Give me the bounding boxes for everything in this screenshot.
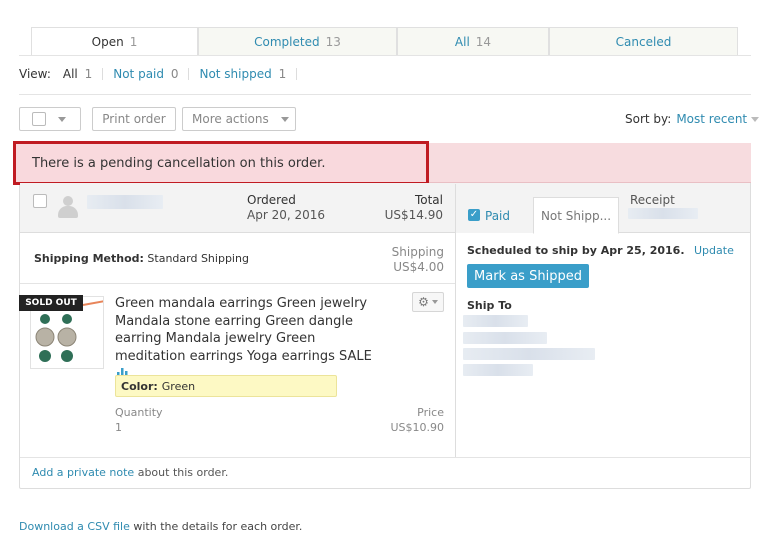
filter-all-count: 1 xyxy=(84,67,93,81)
order-select-checkbox[interactable] xyxy=(33,194,47,208)
cancellation-alert: There is a pending cancellation on this … xyxy=(13,141,429,185)
select-all-checkbox[interactable] xyxy=(32,112,46,126)
buyer-name-redacted xyxy=(87,195,163,209)
more-actions-label: More actions xyxy=(192,112,269,126)
address-line-redacted xyxy=(463,315,528,327)
chevron-down-icon xyxy=(431,300,438,304)
gear-icon: ⚙ xyxy=(418,295,429,309)
tab-not-shipped[interactable]: Not Shipp... xyxy=(533,197,619,234)
product-title-text: Green mandala earrings Green jewelry Man… xyxy=(115,296,372,364)
view-label: View: xyxy=(19,67,51,81)
ship-schedule: Scheduled to ship by Apr 25, 2016. Updat… xyxy=(467,244,734,257)
price-label: Price xyxy=(417,406,444,419)
tab-all[interactable]: All 14 xyxy=(397,27,549,55)
shipping-method: Shipping Method: Standard Shipping xyxy=(34,252,249,265)
shipping-method-value: Standard Shipping xyxy=(147,252,249,265)
filter-not-paid-count: 0 xyxy=(170,67,179,81)
update-ship-date-link[interactable]: Update xyxy=(694,244,734,257)
print-order-button[interactable]: Print order xyxy=(92,107,176,131)
sort-label: Sort by: xyxy=(625,112,672,126)
tab-completed-label: Completed xyxy=(254,34,320,49)
variation-box: Color: Green xyxy=(115,375,337,397)
product-title[interactable]: Green mandala earrings Green jewelry Man… xyxy=(115,295,385,383)
mark-as-shipped-button[interactable]: Mark as Shipped xyxy=(467,264,589,288)
ship-schedule-text: Scheduled to ship by Apr 25, 2016. xyxy=(467,244,685,257)
price-value: US$10.90 xyxy=(390,421,444,434)
total-label: Total xyxy=(414,193,443,207)
quantity-value: 1 xyxy=(115,421,122,434)
filter-divider xyxy=(296,68,298,80)
ordered-date: Apr 20, 2016 xyxy=(247,208,326,222)
filter-not-paid-label: Not paid xyxy=(113,67,164,81)
shipping-method-label: Shipping Method: xyxy=(34,252,144,265)
download-csv-link[interactable]: Download a CSV file xyxy=(19,520,130,533)
address-line-redacted xyxy=(463,332,547,344)
item-settings-dropdown[interactable]: ⚙ xyxy=(412,292,444,312)
checkbox-checked-icon: ✓ xyxy=(468,209,480,221)
private-note-row: Add a private note about this order. xyxy=(32,466,228,479)
private-note-suffix: about this order. xyxy=(137,466,229,479)
shipping-divider xyxy=(20,283,455,284)
add-private-note-link[interactable]: Add a private note xyxy=(32,466,134,479)
filter-not-shipped-count: 1 xyxy=(278,67,287,81)
filter-all[interactable]: All 1 xyxy=(63,67,92,81)
view-filter-row: View: All 1 Not paid 0 Not shipped 1 xyxy=(19,67,307,81)
tab-paid[interactable]: ✓ Paid xyxy=(456,198,533,233)
tab-all-count: 14 xyxy=(475,34,492,49)
order-status-tabs: Open 1 Completed 13 All 14 Canceled xyxy=(31,27,738,55)
chevron-down-icon xyxy=(58,116,66,122)
tabs-underline xyxy=(19,55,751,56)
filter-divider xyxy=(188,68,190,80)
note-divider xyxy=(20,457,750,458)
chevron-down-icon xyxy=(751,116,760,122)
tab-open[interactable]: Open 1 xyxy=(31,27,198,55)
total-value: US$14.90 xyxy=(384,208,443,222)
cancellation-alert-text: There is a pending cancellation on this … xyxy=(32,155,326,171)
tab-canceled-label: Canceled xyxy=(615,34,672,49)
chevron-down-icon xyxy=(280,116,289,122)
shipping-cost-value: US$4.00 xyxy=(393,260,444,274)
csv-download-row: Download a CSV file with the details for… xyxy=(19,520,302,533)
variation-value: Green xyxy=(161,379,196,393)
filter-not-shipped[interactable]: Not shipped 1 xyxy=(199,67,286,81)
ship-to-label: Ship To xyxy=(467,299,512,312)
more-actions-dropdown[interactable]: More actions xyxy=(182,107,296,131)
avatar xyxy=(57,194,79,220)
receipt-label: Receipt xyxy=(630,193,675,207)
paid-tab-label: Paid xyxy=(485,208,511,223)
tab-open-count: 1 xyxy=(129,34,138,49)
tab-all-label: All xyxy=(454,34,470,49)
address-line-redacted xyxy=(463,348,595,360)
ordered-label: Ordered xyxy=(247,193,296,207)
filter-not-paid[interactable]: Not paid 0 xyxy=(113,67,178,81)
sort-control[interactable]: Sort by: Most recent xyxy=(625,112,760,126)
filter-not-shipped-label: Not shipped xyxy=(199,67,272,81)
quantity-label: Quantity xyxy=(115,406,163,419)
tab-completed[interactable]: Completed 13 xyxy=(198,27,397,55)
shipping-cost-label: Shipping xyxy=(391,245,444,259)
tab-completed-count: 13 xyxy=(325,34,341,49)
address-line-redacted xyxy=(463,364,533,376)
sold-out-badge-text: SOLD OUT xyxy=(25,298,77,308)
print-order-label: Print order xyxy=(102,112,166,126)
sold-out-badge: SOLD OUT xyxy=(19,295,83,311)
filter-divider xyxy=(102,68,104,80)
select-all-dropdown[interactable] xyxy=(19,107,81,131)
view-divider xyxy=(19,94,751,95)
sort-value: Most recent xyxy=(676,112,748,126)
mark-as-shipped-label: Mark as Shipped xyxy=(474,268,582,284)
tab-canceled[interactable]: Canceled xyxy=(549,27,738,55)
variation-label: Color: xyxy=(121,379,158,393)
not-shipped-tab-label: Not Shipp... xyxy=(540,208,612,223)
tab-open-label: Open xyxy=(91,34,124,49)
receipt-number-redacted[interactable] xyxy=(628,208,698,219)
filter-all-label: All xyxy=(62,67,78,81)
csv-download-suffix: with the details for each order. xyxy=(133,520,303,533)
